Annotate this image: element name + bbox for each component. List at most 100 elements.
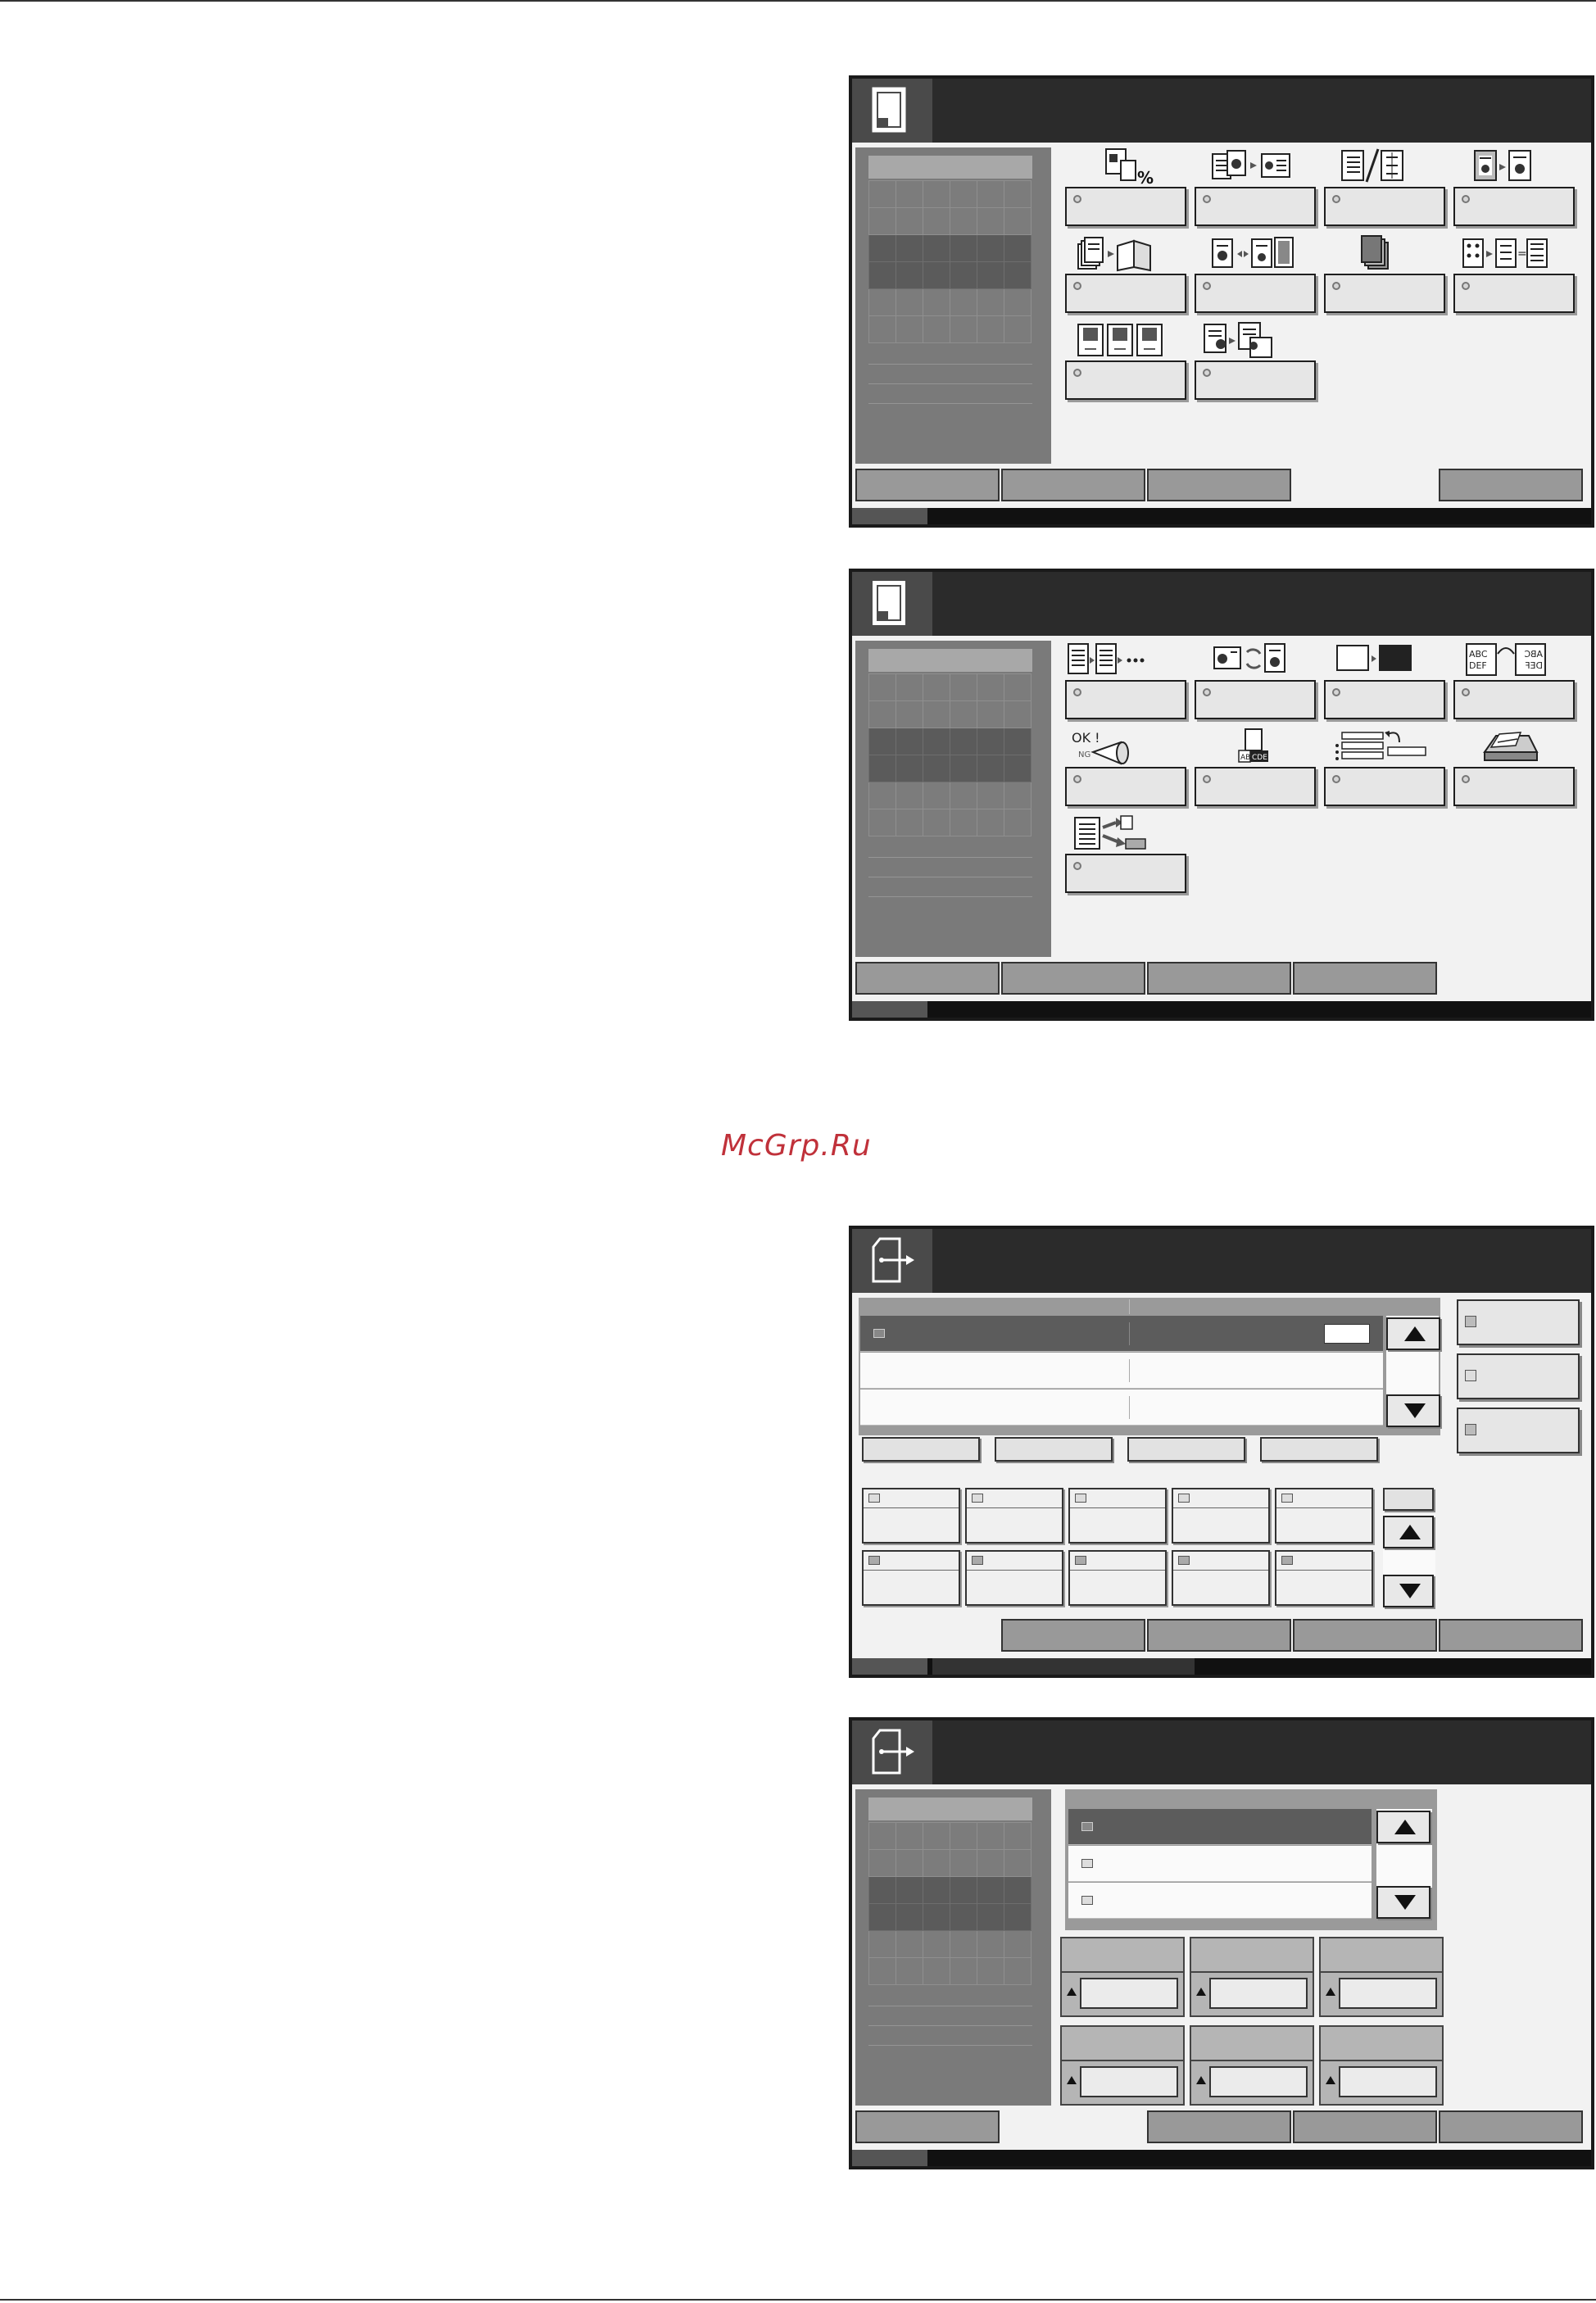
action-button-1[interactable]: [862, 1437, 980, 1462]
page-numbering-icon: [1077, 324, 1163, 356]
continuous-scan-button[interactable]: [1065, 680, 1186, 719]
one-touch-key[interactable]: [1172, 1550, 1270, 1606]
border-erase-icon: [1474, 150, 1531, 181]
folder-entry-button[interactable]: [1457, 1408, 1580, 1453]
up-arrow-icon: [1067, 2076, 1077, 2084]
one-touch-key[interactable]: [862, 1550, 960, 1606]
page-number-button[interactable]: [1383, 1488, 1434, 1511]
svg-text:=: =: [1517, 247, 1527, 261]
svg-text:DEF: DEF: [1469, 660, 1487, 671]
action-button-4[interactable]: [1260, 1437, 1378, 1462]
border-erase-button[interactable]: [1453, 187, 1575, 226]
scroll-up-button[interactable]: [1376, 1811, 1431, 1843]
up-arrow-icon: [1196, 1988, 1206, 1996]
tab-bar: [852, 1616, 1591, 1653]
email-icon: [1081, 1822, 1093, 1831]
one-touch-key[interactable]: [1172, 1488, 1270, 1544]
action-button-2[interactable]: [995, 1437, 1113, 1462]
scroll-down-button[interactable]: [1376, 1886, 1431, 1919]
list-item[interactable]: [1068, 1883, 1372, 1919]
tab-2[interactable]: [1001, 2110, 1145, 2143]
svg-text:OK !: OK !: [1072, 730, 1100, 746]
tab-3[interactable]: [1147, 962, 1291, 995]
one-touch-key[interactable]: [1275, 1550, 1373, 1606]
original-orientation-button[interactable]: [1453, 767, 1575, 806]
tab-3[interactable]: [1147, 2110, 1291, 2143]
email-entry-button[interactable]: [1457, 1353, 1580, 1399]
tab-2[interactable]: [1001, 469, 1145, 501]
one-touch-key[interactable]: [965, 1550, 1063, 1606]
scroll-down-button[interactable]: [1383, 1575, 1434, 1607]
combine-button[interactable]: [1195, 187, 1316, 226]
action-button-3[interactable]: [1127, 1437, 1245, 1462]
margin-button[interactable]: [1324, 187, 1445, 226]
send-to-fax-icon: [1074, 815, 1146, 850]
list-item[interactable]: [860, 1353, 1383, 1389]
setting-slot[interactable]: [1060, 2025, 1185, 2106]
tab-4[interactable]: [1293, 469, 1437, 501]
copy-functions-screen-1: % =: [849, 75, 1594, 528]
tab-4[interactable]: [1293, 2110, 1437, 2143]
tab-2[interactable]: [1001, 1619, 1145, 1652]
title-bar: [852, 1229, 1591, 1293]
setting-slot[interactable]: [1319, 1937, 1444, 2017]
page-numbering-button[interactable]: [1065, 360, 1186, 400]
job-finish-notice-button[interactable]: [1065, 767, 1186, 806]
svg-text:ABC: ABC: [1469, 649, 1488, 660]
n-up-button[interactable]: [1453, 274, 1575, 313]
booklet-button[interactable]: [1065, 274, 1186, 313]
cover-button[interactable]: [1324, 274, 1445, 313]
tab-5[interactable]: [1439, 469, 1583, 501]
scroll-up-button[interactable]: [1383, 1516, 1434, 1548]
svg-text:DEF: DEF: [1525, 660, 1543, 671]
tab-5[interactable]: [1439, 962, 1583, 995]
scroll-down-button[interactable]: [1386, 1394, 1440, 1427]
list-item[interactable]: [860, 1390, 1383, 1426]
svg-text:NG: NG: [1078, 750, 1090, 759]
tab-3[interactable]: [1147, 469, 1291, 501]
svg-text:ABC: ABC: [1524, 649, 1543, 660]
tab-4[interactable]: [1293, 1619, 1437, 1652]
setting-slot[interactable]: [1190, 2025, 1314, 2106]
tab-4[interactable]: [1293, 962, 1437, 995]
scroll-up-button[interactable]: [1386, 1317, 1440, 1350]
tab-bar: [852, 2107, 1591, 2145]
svg-text:%: %: [1137, 168, 1154, 185]
tab-5[interactable]: [1439, 1619, 1583, 1652]
list-item[interactable]: [1068, 1846, 1372, 1882]
one-touch-key[interactable]: [965, 1488, 1063, 1544]
form-overlay-button[interactable]: [1195, 360, 1316, 400]
send-to-fax-button[interactable]: [1065, 854, 1186, 893]
setting-slot[interactable]: [1190, 1937, 1314, 2017]
address-book-button[interactable]: [1457, 1299, 1580, 1345]
copy-document-icon: [852, 572, 932, 636]
setting-slot[interactable]: [1060, 1937, 1185, 2017]
one-touch-key[interactable]: [862, 1488, 960, 1544]
zoom-button[interactable]: [1065, 187, 1186, 226]
tab-2[interactable]: [1001, 962, 1145, 995]
tab-1[interactable]: [855, 469, 1000, 501]
preview-panel: [855, 641, 1051, 957]
form-overlay-icon: [1204, 322, 1272, 358]
mirror-image-button[interactable]: [1453, 680, 1575, 719]
tab-1[interactable]: [855, 2110, 1000, 2143]
tab-3[interactable]: [1147, 1619, 1291, 1652]
email-icon: [1081, 1896, 1093, 1905]
tab-1[interactable]: [855, 962, 1000, 995]
negative-image-button[interactable]: [1324, 680, 1445, 719]
list-item[interactable]: [1068, 1809, 1372, 1845]
email-icon: [1081, 1859, 1093, 1868]
job-priority-button[interactable]: [1324, 767, 1445, 806]
duplex-button[interactable]: [1195, 274, 1316, 313]
setting-slot[interactable]: [1319, 2025, 1444, 2106]
one-touch-key[interactable]: [1068, 1550, 1167, 1606]
preview-panel: [855, 147, 1051, 464]
list-item[interactable]: [860, 1316, 1383, 1352]
tab-5[interactable]: [1439, 2110, 1583, 2143]
file-name-entry-button[interactable]: [1195, 767, 1316, 806]
tab-1[interactable]: [855, 1619, 1000, 1652]
auto-rotation-button[interactable]: [1195, 680, 1316, 719]
one-touch-key[interactable]: [1068, 1488, 1167, 1544]
one-touch-key[interactable]: [1275, 1488, 1373, 1544]
top-rule: [0, 0, 1596, 2]
